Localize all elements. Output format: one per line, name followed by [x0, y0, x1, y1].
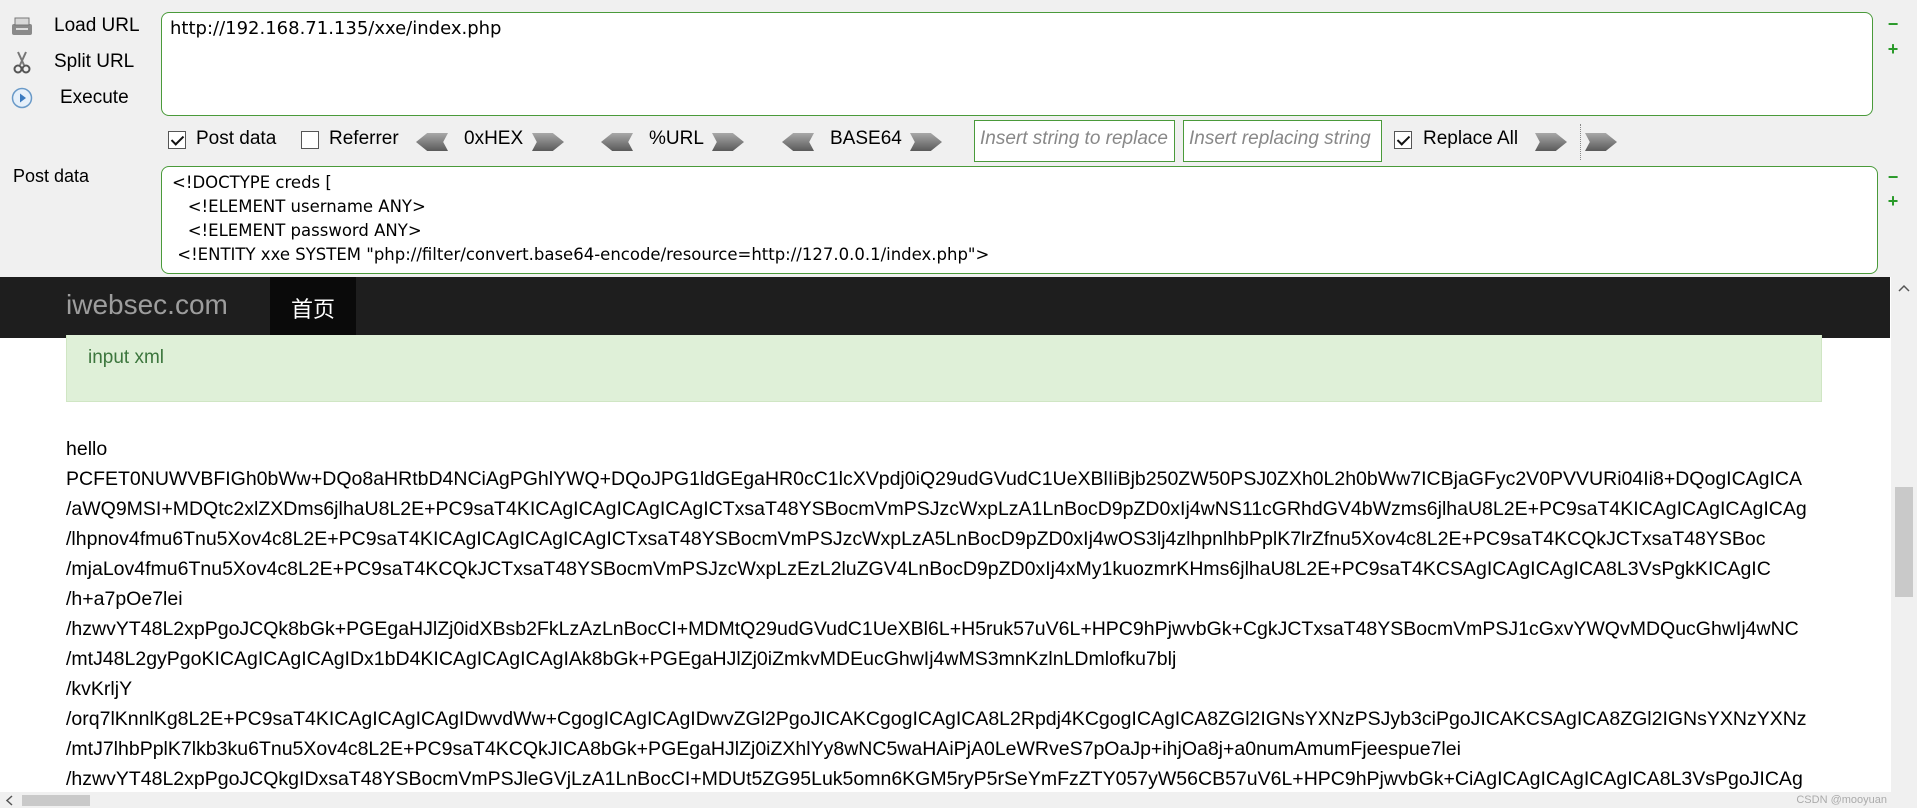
execute-button[interactable]: Execute: [0, 83, 129, 113]
replace-arrow-icon[interactable]: [1535, 133, 1567, 151]
output-line: /mtJ7lhbPplK7lkb3ku6Tnu5Xov4c8L2E+PC9saT…: [66, 738, 1461, 760]
execute-label: Execute: [60, 87, 129, 108]
replace-string-input[interactable]: Insert string to replace: [974, 120, 1175, 162]
urlenc-label: %URL: [649, 128, 704, 149]
output-line: /hzwvYT48L2xpPgoJCQk8bGk+PGEgaHJlZj0idXB…: [66, 618, 1799, 640]
output-line: /aWQ9MSI+MDQtc2xlZXDms6jlhaU8L2E+PC9saT4…: [66, 498, 1807, 520]
output-line: /mjaLov4fmu6Tnu5Xov4c8L2E+PC9saT4KCQkJCT…: [66, 558, 1771, 580]
url-decode-arrow-icon[interactable]: [601, 133, 633, 151]
load-url-button[interactable]: Load URL: [0, 11, 140, 41]
url-input[interactable]: http://192.168.71.135/xxe/index.php: [161, 12, 1873, 116]
plus-icon[interactable]: +: [1886, 40, 1900, 58]
output-line: hello: [66, 438, 108, 460]
base64-decode-arrow-icon[interactable]: [782, 133, 814, 151]
alert-text: input xml: [88, 347, 165, 368]
replacing-string-placeholder: Insert replacing string: [1189, 128, 1371, 149]
nav-home-link[interactable]: 首页: [270, 277, 356, 338]
post-data-textarea[interactable]: <!DOCTYPE creds [ <!ELEMENT username ANY…: [161, 166, 1878, 274]
post-data-check-label: Post data: [196, 128, 277, 149]
output-line: /hzwvYT48L2xpPgoJCQkgIDxsaT48YSBocmVmPSJ…: [66, 768, 1803, 790]
replace-all-label: Replace All: [1423, 128, 1519, 149]
play-icon: [10, 86, 34, 110]
referrer-checkbox[interactable]: [301, 131, 319, 149]
load-url-icon: [10, 14, 34, 38]
output-line: /lhpnov4fmu6Tnu5Xov4c8L2E+PC9saT4KICAgIC…: [66, 528, 1766, 550]
alert-box: input xml: [66, 335, 1822, 402]
minus-icon[interactable]: −: [1886, 15, 1900, 33]
post-data-label: Post data: [13, 166, 90, 186]
scroll-up-icon[interactable]: [1897, 283, 1911, 293]
post-data-scrollbar[interactable]: [1849, 173, 1871, 267]
load-url-label: Load URL: [54, 15, 140, 36]
hex-decode-arrow-icon[interactable]: [416, 133, 448, 151]
replace-all-checkbox[interactable]: [1394, 131, 1412, 149]
toolbar-divider: [1580, 124, 1581, 160]
split-url-button[interactable]: Split URL: [0, 47, 134, 77]
output-line: /h+a7pOe7lei: [66, 588, 183, 610]
scroll-left-icon[interactable]: [4, 795, 14, 806]
post-data-checkbox[interactable]: [168, 131, 186, 149]
response-output: hello PCFET0NUWVBFIGh0bWw+DQo8aHRtbD4NCi…: [66, 434, 1892, 794]
output-line: /orq7lKnnlKg8L2E+PC9saT4KICAgICAgICAgIDw…: [66, 708, 1807, 730]
post-line: <!DOCTYPE creds [: [172, 173, 332, 192]
replacing-string-input[interactable]: Insert replacing string: [1183, 120, 1382, 162]
post-line: <!ENTITY xxe SYSTEM "php://filter/conver…: [172, 245, 990, 264]
base64-encode-arrow-icon[interactable]: [910, 133, 942, 151]
watermark: CSDN @mooyuan: [1796, 794, 1887, 806]
hackbar-panel: Load URL Split URL Execute http://192.16…: [0, 0, 1917, 277]
url-encode-arrow-icon[interactable]: [712, 133, 744, 151]
post-minus-icon[interactable]: −: [1886, 168, 1900, 186]
base64-label: BASE64: [830, 128, 902, 149]
scissors-icon: [10, 50, 34, 74]
split-url-label: Split URL: [54, 51, 135, 72]
output-line: PCFET0NUWVBFIGh0bWw+DQo8aHRtbD4NCiAgPGhl…: [66, 468, 1803, 490]
vertical-scroll-thumb[interactable]: [1895, 487, 1913, 597]
navbar: iwebsec.com 首页: [0, 277, 1890, 338]
referrer-label: Referrer: [329, 128, 399, 149]
post-plus-icon[interactable]: +: [1886, 192, 1900, 210]
brand-logo[interactable]: iwebsec.com: [66, 289, 228, 321]
post-line: <!ELEMENT username ANY>: [172, 197, 426, 216]
url-value: http://192.168.71.135/xxe/index.php: [170, 18, 502, 39]
page-vertical-scrollbar[interactable]: [1891, 277, 1917, 792]
output-line: /mtJ48L2gyPgoKICAgICAgICAgIDx1bD4KICAgIC…: [66, 648, 1177, 670]
replace-string-placeholder: Insert string to replace: [980, 128, 1168, 149]
output-line: /kvKrljY: [66, 678, 133, 700]
hex-encode-arrow-icon[interactable]: [532, 133, 564, 151]
horizontal-scroll-thumb[interactable]: [22, 795, 90, 806]
post-line: <!ELEMENT password ANY>: [172, 221, 422, 240]
replace-next-arrow-icon[interactable]: [1585, 133, 1617, 151]
page-horizontal-scrollbar[interactable]: CSDN @mooyuan: [0, 792, 1917, 808]
hex-label: 0xHEX: [464, 128, 524, 149]
